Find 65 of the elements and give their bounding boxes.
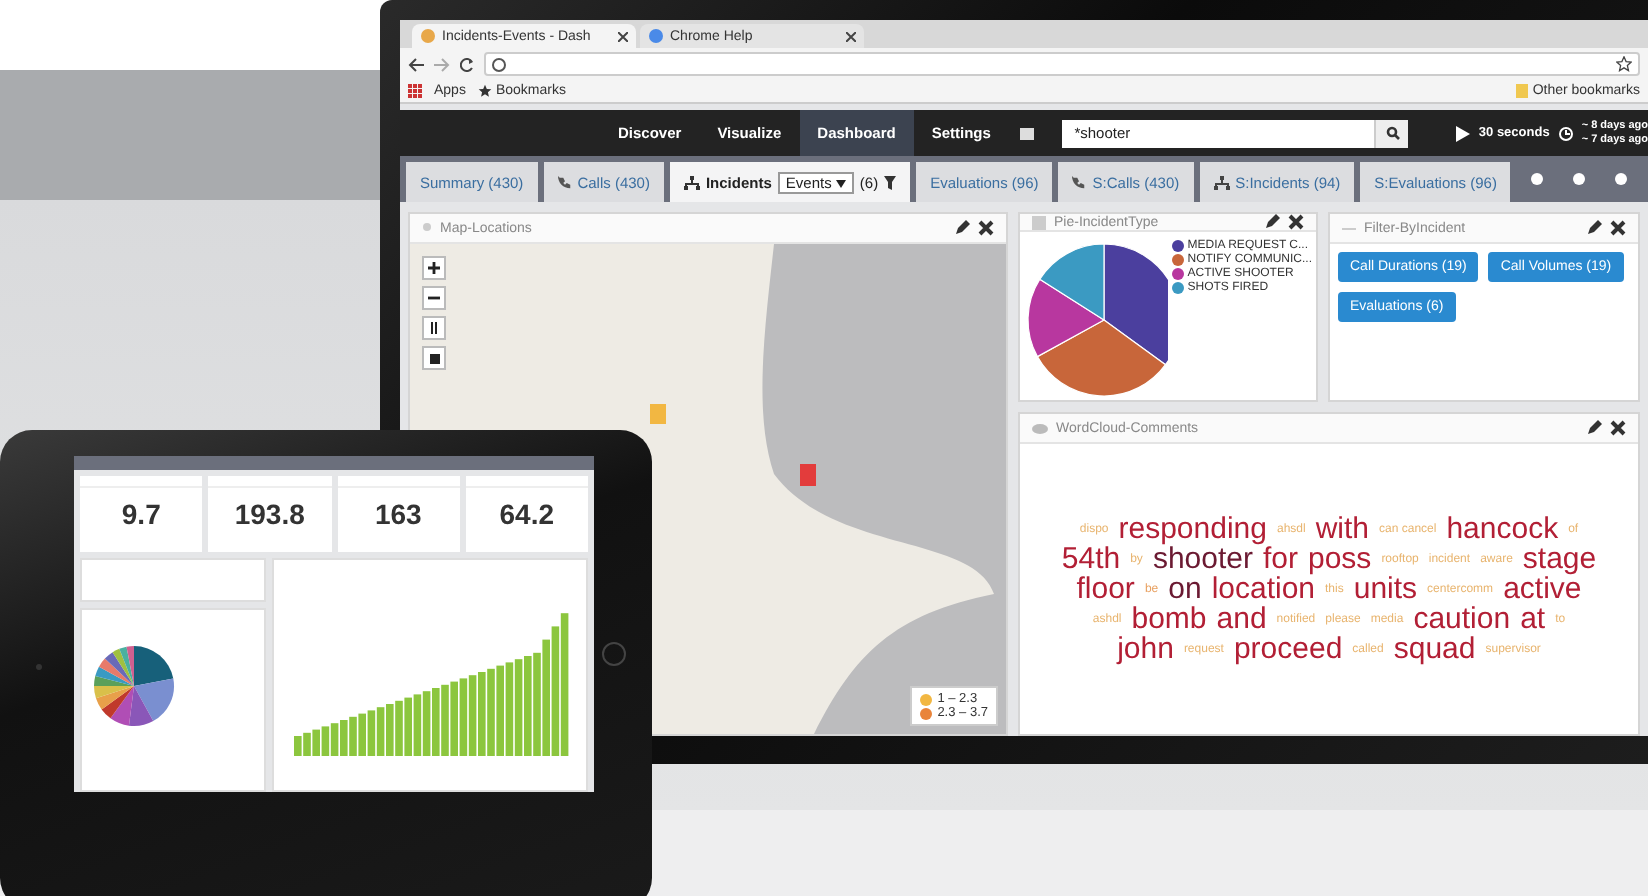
cloud-word[interactable]: for (1262, 544, 1298, 574)
page-icon (648, 28, 664, 44)
marker-icon[interactable] (650, 404, 666, 424)
close-icon[interactable] (1610, 220, 1626, 236)
cloud-word[interactable]: shooter (1152, 544, 1253, 574)
pin-icon (422, 221, 432, 235)
cloud-word[interactable]: poss (1308, 544, 1372, 574)
info-icon (492, 57, 506, 71)
filter-icon[interactable] (884, 175, 897, 189)
edit-icon[interactable] (1264, 214, 1280, 230)
star-icon (477, 84, 492, 98)
folder-icon (1516, 84, 1529, 98)
dash-icon (1342, 225, 1356, 231)
minus-icon (428, 292, 440, 304)
back-icon[interactable] (408, 57, 424, 71)
draw-button[interactable] (422, 346, 446, 370)
hierarchy-icon (683, 175, 700, 189)
zoom-in-button[interactable] (422, 256, 446, 280)
marker-icon[interactable] (800, 464, 816, 486)
cloud-word[interactable]: with (1315, 514, 1370, 544)
page-icon (420, 28, 436, 44)
close-icon[interactable] (1288, 214, 1304, 230)
cloud-word[interactable]: caution (1413, 604, 1511, 634)
square-icon (429, 354, 439, 364)
cloud-word[interactable]: active (1503, 574, 1582, 604)
search-button[interactable] (1374, 119, 1409, 147)
cloud-word[interactable]: floor (1076, 574, 1135, 604)
edit-icon[interactable] (1586, 220, 1602, 236)
swap-button[interactable] (422, 316, 446, 340)
phone-icon (1072, 175, 1087, 189)
cloud-word[interactable]: location (1211, 574, 1316, 604)
address-field[interactable] (484, 52, 1640, 76)
close-icon[interactable] (978, 220, 994, 236)
phone-icon (557, 175, 572, 189)
cloud-icon (1032, 422, 1048, 434)
play-icon[interactable] (1456, 125, 1471, 141)
hierarchy-icon (1213, 175, 1230, 189)
close-icon[interactable] (846, 31, 856, 41)
zoom-out-button[interactable] (422, 286, 446, 310)
apps-grid-icon[interactable] (408, 84, 422, 98)
edit-icon[interactable] (1586, 420, 1602, 436)
search-icon (1385, 126, 1400, 140)
cloud-word[interactable]: bomb (1131, 604, 1207, 634)
star-icon[interactable] (1616, 56, 1632, 72)
cloud-word[interactable]: at (1520, 604, 1546, 634)
cloud-word[interactable]: stage (1522, 544, 1597, 574)
edit-icon[interactable] (954, 220, 970, 236)
cloud-word[interactable]: and (1216, 604, 1267, 634)
reload-icon[interactable] (460, 57, 474, 71)
cloud-word[interactable]: responding (1118, 514, 1267, 544)
cloud-word[interactable]: squad (1393, 634, 1476, 664)
close-icon[interactable] (1610, 420, 1626, 436)
caret-icon (835, 179, 846, 187)
cloud-word[interactable]: units (1353, 574, 1418, 604)
metric-value: 9.7 (121, 498, 161, 530)
cloud-word[interactable]: john (1117, 634, 1174, 664)
cloud-word[interactable]: proceed (1233, 634, 1343, 664)
cloud-word[interactable]: 54th (1061, 544, 1121, 574)
cloud-word[interactable]: on (1168, 574, 1202, 604)
metric-value: 193.8 (234, 498, 305, 530)
cloud-word[interactable]: hancock (1446, 514, 1559, 544)
plus-icon (428, 262, 440, 274)
close-icon[interactable] (618, 31, 628, 41)
clock-icon (1557, 125, 1574, 141)
metric-value: 64.2 (499, 498, 554, 530)
